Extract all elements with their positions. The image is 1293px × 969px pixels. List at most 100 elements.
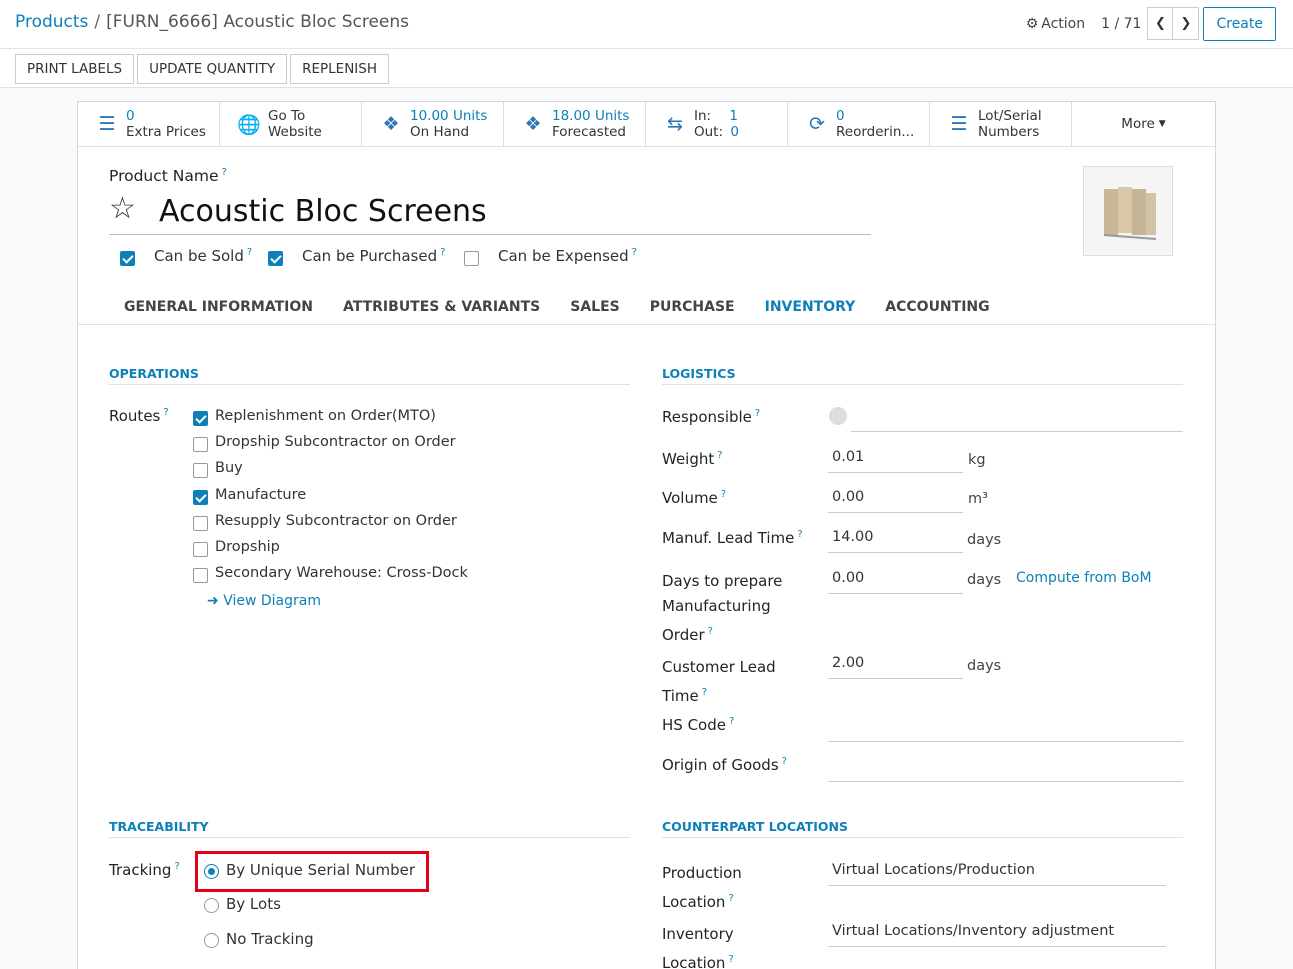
view-diagram-link[interactable]: ➜ View Diagram (207, 593, 321, 609)
pager-value[interactable]: 1 / 71 (1101, 16, 1141, 32)
more-button[interactable]: More ▼ (1072, 102, 1215, 146)
route-dropship-label: Dropship (215, 539, 280, 555)
help-icon[interactable]: ? (797, 529, 802, 540)
volume-input[interactable]: 0.00 (828, 487, 963, 513)
update-quantity-button[interactable]: UPDATE QUANTITY (137, 54, 288, 84)
route-dropship-checkbox[interactable] (193, 542, 208, 557)
replenish-button[interactable]: REPLENISH (290, 54, 389, 84)
help-icon[interactable]: ? (782, 756, 787, 767)
print-labels-button[interactable]: PRINT LABELS (15, 54, 135, 84)
action-label: Action (1041, 15, 1086, 32)
extra-prices-button[interactable]: ☰ 0 Extra Prices (78, 102, 220, 146)
control-panel-top: Products / [FURN_6666] Acoustic Bloc Scree… (0, 0, 1293, 49)
control-panel: Products / [FURN_6666] Acoustic Bloc Scree… (0, 0, 1293, 88)
create-button[interactable]: Create (1203, 6, 1276, 41)
route-manufacture-label: Manufacture (215, 487, 307, 503)
breadcrumb: Products / [FURN_6666] Acoustic Bloc Scree… (15, 12, 409, 32)
tab-sales[interactable]: SALES (555, 292, 635, 324)
can-be-sold-checkbox[interactable] (120, 251, 135, 266)
help-icon[interactable]: ? (755, 408, 760, 419)
product-name-field[interactable]: ☆ Acoustic Bloc Screens (109, 192, 871, 235)
exchange-icon: ⇆ (667, 113, 683, 135)
days-to-prepare-input[interactable]: 0.00 (828, 568, 963, 594)
tracking-lots-radio[interactable] (204, 898, 219, 913)
help-icon[interactable]: ? (728, 954, 733, 965)
chevron-right-icon: ❯ (1180, 16, 1192, 31)
star-icon[interactable]: ☆ (109, 192, 136, 226)
can-be-sold-label: Can be Sold? (154, 247, 253, 265)
weight-unit: kg (968, 452, 986, 468)
help-icon[interactable]: ? (728, 893, 733, 904)
tab-purchase[interactable]: PURCHASE (635, 292, 750, 324)
pager-next-button[interactable]: ❯ (1173, 7, 1200, 40)
form-sheet: ☰ 0 Extra Prices 🌐 Go To Website ❖ 10.00 U… (77, 101, 1216, 969)
help-icon[interactable]: ? (222, 167, 227, 178)
chevron-left-icon: ❮ (1155, 16, 1166, 31)
can-be-purchased-checkbox[interactable] (268, 251, 283, 266)
tab-inventory[interactable]: INVENTORY (750, 292, 871, 324)
breadcrumb-current: [FURN_6666] Acoustic Bloc Screens (106, 12, 410, 32)
help-icon[interactable]: ? (632, 247, 637, 258)
action-menu-button[interactable]: ⚙ Action (1026, 16, 1085, 32)
reordering-value: 0 (836, 108, 845, 124)
notebook-tabs: GENERAL INFORMATION ATTRIBUTES & VARIANT… (109, 292, 1005, 325)
hs-code-input[interactable] (828, 716, 1183, 742)
route-mto-checkbox[interactable] (193, 411, 208, 426)
tracking-none-radio[interactable] (204, 933, 219, 948)
breadcrumb-products-link[interactable]: Products (15, 12, 88, 32)
in-out-button[interactable]: ⇆ In: 1 Out: 0 (646, 102, 788, 146)
tab-general-information[interactable]: GENERAL INFORMATION (109, 292, 328, 324)
product-image-graphic (1103, 187, 1157, 240)
customer-lead-time-input[interactable]: 2.00 (828, 653, 963, 679)
out-label: Out: (694, 124, 724, 140)
hs-code-label: HS Code? (662, 716, 735, 734)
lot-serial-numbers-button[interactable]: ☰ Lot/Serial Numbers (930, 102, 1072, 146)
tracking-label: Tracking? (109, 861, 180, 879)
tracking-lots-label: By Lots (226, 895, 281, 913)
help-icon[interactable]: ? (702, 687, 707, 698)
counterpart-locations-section-title: COUNTERPART LOCATIONS (662, 819, 1183, 838)
help-icon[interactable]: ? (163, 407, 168, 418)
route-manufacture-checkbox[interactable] (193, 490, 208, 505)
forecasted-button[interactable]: ❖ 18.00 Units Forecasted (504, 102, 646, 146)
help-icon[interactable]: ? (440, 247, 445, 258)
tracking-serial-radio[interactable] (204, 864, 219, 879)
reordering-rules-button[interactable]: ⟳ 0 Reorderin... (788, 102, 930, 146)
smart-buttons: ☰ 0 Extra Prices 🌐 Go To Website ❖ 10.00 U… (78, 102, 1215, 147)
can-be-expensed-label: Can be Expensed? (498, 247, 637, 265)
cubes-icon: ❖ (524, 113, 542, 135)
volume-unit: m³ (968, 491, 988, 507)
product-image[interactable] (1083, 166, 1173, 256)
production-location-input[interactable]: Virtual Locations/Production (828, 860, 1166, 886)
website-line1: Go To (268, 108, 306, 124)
traceability-section-title: TRACEABILITY (109, 819, 630, 838)
route-cross-dock-checkbox[interactable] (193, 568, 208, 583)
pager-previous-button[interactable]: ❮ (1147, 7, 1174, 40)
can-be-expensed-checkbox[interactable] (464, 251, 479, 266)
help-icon[interactable]: ? (247, 247, 252, 258)
on-hand-button[interactable]: ❖ 10.00 Units On Hand (362, 102, 504, 146)
compute-from-bom-link[interactable]: Compute from BoM (1016, 570, 1152, 586)
customer-lead-time-unit: days (967, 658, 1002, 674)
weight-input[interactable]: 0.01 (828, 447, 963, 473)
manuf-lead-time-input[interactable]: 14.00 (828, 527, 963, 553)
help-icon[interactable]: ? (174, 861, 179, 872)
route-resupply-subcontractor-checkbox[interactable] (193, 516, 208, 531)
responsible-field[interactable] (851, 406, 1183, 432)
inventory-location-input[interactable]: Virtual Locations/Inventory adjustment (828, 921, 1166, 947)
tab-attributes-variants[interactable]: ATTRIBUTES & VARIANTS (328, 292, 555, 324)
help-icon[interactable]: ? (717, 450, 722, 461)
tab-accounting[interactable]: ACCOUNTING (870, 292, 1004, 324)
go-to-website-button[interactable]: 🌐 Go To Website (220, 102, 362, 146)
help-icon[interactable]: ? (721, 489, 726, 500)
extra-prices-label: Extra Prices (126, 124, 206, 140)
bars-icon: ☰ (950, 113, 968, 135)
origin-of-goods-input[interactable] (828, 756, 1183, 782)
caret-down-icon: ▼ (1158, 119, 1166, 129)
help-icon[interactable]: ? (729, 716, 734, 727)
route-buy-checkbox[interactable] (193, 463, 208, 478)
help-icon[interactable]: ? (708, 626, 713, 637)
production-location-label: Production Location? (662, 864, 742, 911)
route-dropship-subcontractor-checkbox[interactable] (193, 437, 208, 452)
on-hand-label: On Hand (410, 124, 470, 140)
